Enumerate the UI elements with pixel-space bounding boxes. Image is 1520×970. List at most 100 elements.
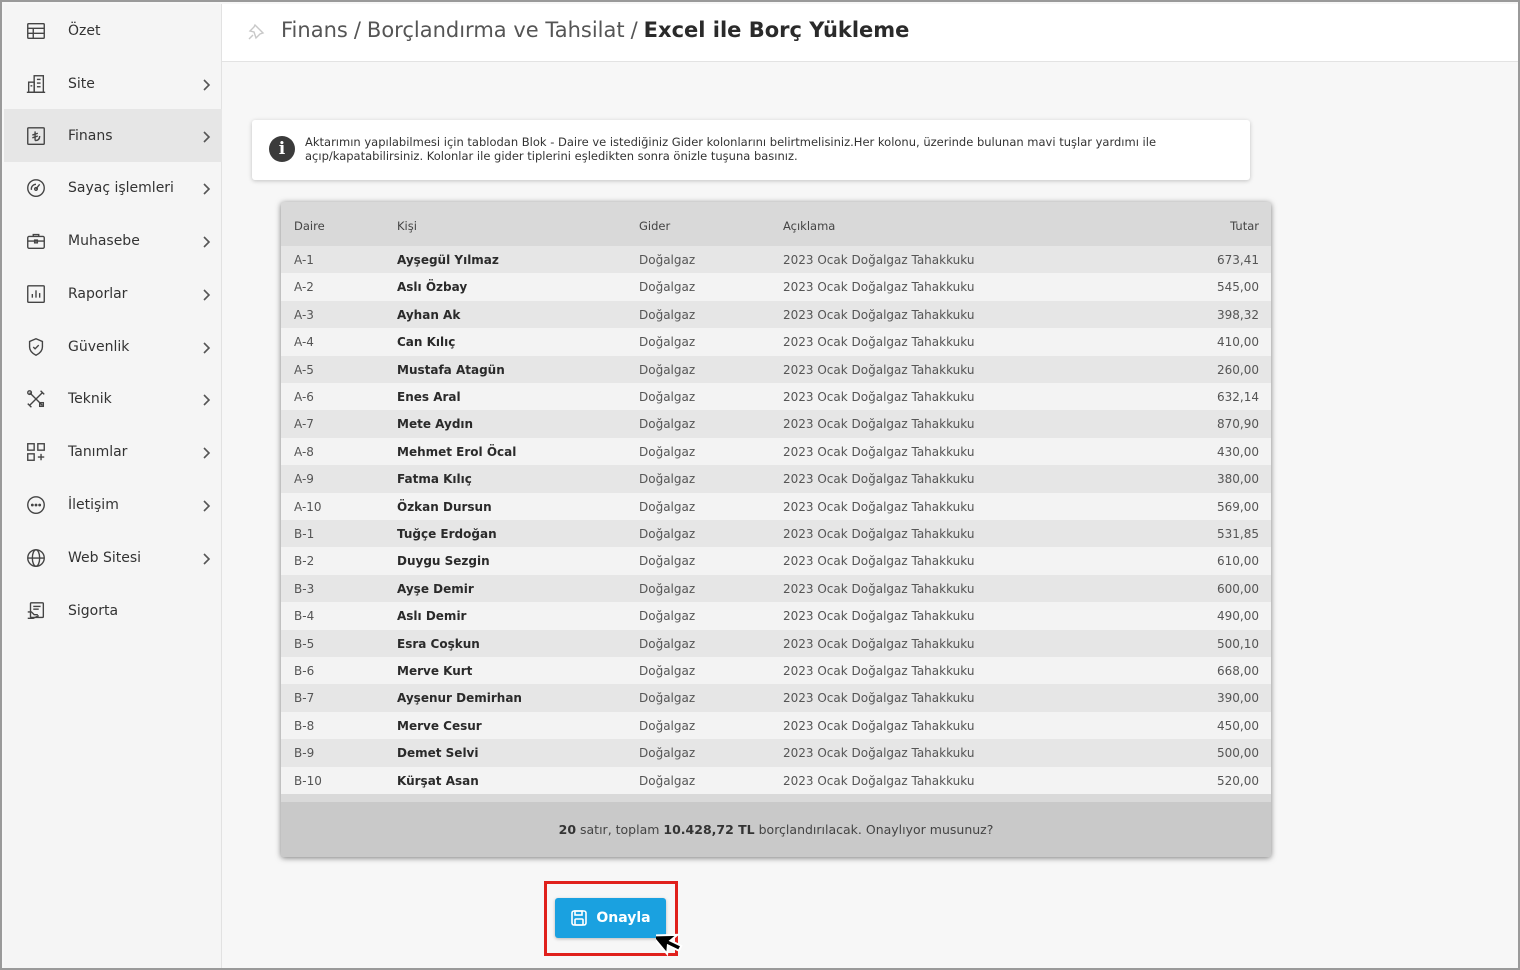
cell-tutar: 673,41 — [1217, 253, 1259, 267]
cell-gider: Doğalgaz — [639, 307, 696, 322]
sidebar-item-label: Site — [68, 75, 95, 92]
sidebar-item-label: İletişim — [68, 496, 119, 513]
sidebar-item-label: Finans — [68, 127, 113, 144]
table-row: B-2 Duygu Sezgin Doğalgaz 2023 Ocak Doğalga… — [281, 547, 1271, 575]
grid-table-icon — [24, 19, 48, 43]
chevron-right-icon — [200, 77, 212, 91]
sidebar-item-teknik[interactable]: Teknik — [4, 372, 222, 425]
cell-kisi: Aslı Demir — [397, 609, 467, 624]
table-header: Daire Kişi Gider Açıklama Tutar — [281, 202, 1271, 246]
sidebar-item-sigorta[interactable]: Sigorta — [4, 584, 222, 637]
sidebar-item-web-sitesi[interactable]: Web Sitesi — [4, 531, 222, 584]
cell-daire: A-7 — [294, 417, 314, 432]
cell-aciklama: 2023 Ocak Doğalgaz Tahakkuku — [783, 362, 975, 377]
cell-daire: B-5 — [294, 636, 315, 651]
cell-aciklama: 2023 Ocak Doğalgaz Tahakkuku — [783, 746, 975, 761]
sidebar-item-muhasebe[interactable]: Muhasebe — [4, 214, 222, 267]
cell-tutar: 430,00 — [1217, 444, 1259, 459]
info-text: Aktarımın yapılabilmesi için tablodan Bl… — [305, 135, 1157, 163]
cell-tutar: 520,00 — [1217, 773, 1259, 788]
cell-tutar: 545,00 — [1217, 280, 1259, 295]
cell-gider: Doğalgaz — [639, 636, 696, 651]
cell-aciklama: 2023 Ocak Doğalgaz Tahakkuku — [783, 691, 975, 706]
row-count: 20 — [558, 822, 577, 837]
column-header-daire: Daire — [294, 219, 325, 233]
cell-kisi: Demet Selvi — [397, 746, 479, 761]
confirm-button[interactable]: Onayla — [555, 898, 666, 938]
gauge-icon — [24, 176, 48, 200]
cell-tutar: 410,00 — [1217, 335, 1259, 350]
cell-gider: Doğalgaz — [639, 527, 696, 541]
table-row: A-6 Enes Aral Doğalgaz 2023 Ocak Doğalgaz T… — [281, 383, 1271, 411]
cell-aciklama: 2023 Ocak Doğalgaz Tahakkuku — [783, 609, 975, 624]
cell-kisi: Ayşegül Yılmaz — [397, 253, 499, 267]
cell-gider: Doğalgaz — [639, 746, 696, 761]
info-icon: i — [269, 136, 295, 162]
cell-kisi: Mehmet Erol Öcal — [397, 444, 517, 459]
chevron-right-icon — [200, 498, 212, 512]
sidebar-item-site[interactable]: Site — [4, 57, 222, 110]
table-row: A-8 Mehmet Erol Öcal Doğalgaz 2023 Ocak Doğ… — [281, 437, 1271, 466]
sidebar-item-ozet[interactable]: Özet — [4, 4, 222, 57]
cell-kisi: Ayşenur Demirhan — [397, 691, 522, 706]
chevron-right-icon — [200, 181, 212, 195]
cell-tutar: 870,90 — [1217, 417, 1259, 432]
pin-icon[interactable] — [248, 22, 266, 40]
cell-aciklama: 2023 Ocak Doğalgaz Tahakkuku — [783, 390, 975, 404]
cell-kisi: Fatma Kılıç — [397, 472, 472, 487]
table-row: A-1 Ayşegül Yılmaz Doğalgaz 2023 Ocak Doğal… — [281, 246, 1271, 274]
cell-daire: B-4 — [294, 609, 315, 624]
cell-daire: B-9 — [294, 746, 315, 761]
cell-daire: A-8 — [294, 444, 314, 459]
cell-daire: A-9 — [294, 472, 314, 487]
cell-daire: B-10 — [294, 773, 322, 788]
cell-daire: A-6 — [294, 390, 314, 404]
table-row: A-5 Mustafa Atagün Doğalgaz 2023 Ocak Doğal… — [281, 355, 1271, 383]
cell-kisi: Enes Aral — [397, 390, 461, 404]
column-header-kisi: Kişi — [397, 219, 417, 233]
cell-daire: A-1 — [294, 253, 314, 267]
cell-aciklama: 2023 Ocak Doğalgaz Tahakkuku — [783, 307, 975, 322]
table-row: A-4 Can Kılıç Doğalgaz 2023 Ocak Doğalgaz T… — [281, 328, 1271, 356]
table-row: B-6 Merve Kurt Doğalgaz 2023 Ocak Doğalgaz … — [281, 657, 1271, 685]
cell-tutar: 380,00 — [1217, 472, 1259, 487]
sidebar-item-iletisim[interactable]: İletişim — [4, 478, 222, 531]
tools-icon — [24, 387, 48, 411]
bar-chart-icon — [24, 282, 48, 306]
globe-icon — [24, 546, 48, 570]
chevron-right-icon — [200, 340, 212, 354]
cell-aciklama: 2023 Ocak Doğalgaz Tahakkuku — [783, 718, 975, 733]
cell-aciklama: 2023 Ocak Doğalgaz Tahakkuku — [783, 472, 975, 487]
cell-daire: B-6 — [294, 664, 315, 678]
table-row: B-7 Ayşenur Demirhan Doğalgaz 2023 Ocak Doğ… — [281, 684, 1271, 712]
total-amount: 10.428,72 TL — [663, 822, 755, 837]
column-header-tutar: Tutar — [1230, 219, 1259, 233]
breadcrumb-item-finans[interactable]: Finans — [281, 18, 348, 42]
confirm-button-label: Onayla — [596, 910, 651, 926]
cell-gider: Doğalgaz — [639, 417, 696, 432]
cell-tutar: 260,00 — [1217, 362, 1259, 377]
sidebar-item-label: Muhasebe — [68, 232, 140, 249]
breadcrumb-item-borclandirma[interactable]: Borçlandırma ve Tahsilat — [367, 18, 625, 42]
cell-daire: A-5 — [294, 362, 314, 377]
cell-aciklama: 2023 Ocak Doğalgaz Tahakkuku — [783, 527, 975, 541]
cell-gider: Doğalgaz — [639, 335, 696, 350]
cell-kisi: Mete Aydın — [397, 417, 474, 432]
sidebar-item-sayac-islemleri[interactable]: Sayaç işlemleri — [4, 161, 222, 214]
app-window: Özet Site Finans Sayaç işlemleri Muhaseb… — [0, 0, 1520, 970]
sidebar-item-guvenlik[interactable]: Güvenlik — [4, 320, 222, 373]
sidebar-item-tanimlar[interactable]: Tanımlar — [4, 425, 222, 478]
sidebar-item-finans[interactable]: Finans — [4, 109, 222, 162]
cell-tutar: 390,00 — [1217, 691, 1259, 706]
cell-kisi: Ayşe Demir — [397, 581, 474, 596]
table-row: B-3 Ayşe Demir Doğalgaz 2023 Ocak Doğalgaz … — [281, 574, 1271, 603]
table-footer-summary: 20 satır, toplam 10.428,72 TL borçlandır… — [281, 802, 1271, 857]
sidebar-item-raporlar[interactable]: Raporlar — [4, 267, 222, 320]
cell-tutar: 569,00 — [1217, 499, 1259, 514]
cell-gider: Doğalgaz — [639, 664, 696, 678]
column-header-aciklama: Açıklama — [783, 219, 836, 233]
table-row: A-2 Aslı Özbay Doğalgaz 2023 Ocak Doğalgaz … — [281, 273, 1271, 301]
cell-kisi: Kürşat Asan — [397, 773, 479, 788]
cell-tutar: 500,00 — [1217, 746, 1259, 761]
cell-kisi: Merve Cesur — [397, 718, 482, 733]
